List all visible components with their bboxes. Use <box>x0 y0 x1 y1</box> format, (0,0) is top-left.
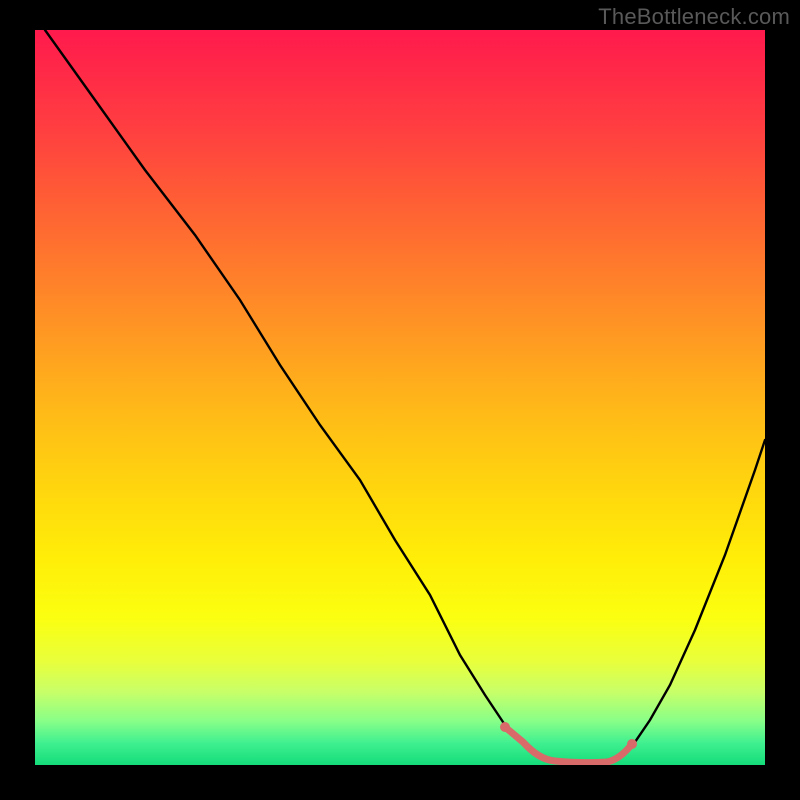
curve-path <box>45 30 765 763</box>
chart-frame: TheBottleneck.com <box>0 0 800 800</box>
plot-area <box>35 30 765 765</box>
watermark-text: TheBottleneck.com <box>598 4 790 30</box>
sweet-spot-dot-left <box>500 722 510 732</box>
sweet-spot-segment <box>505 727 632 763</box>
sweet-spot-dot-right <box>627 739 637 749</box>
bottleneck-curve <box>35 30 765 765</box>
